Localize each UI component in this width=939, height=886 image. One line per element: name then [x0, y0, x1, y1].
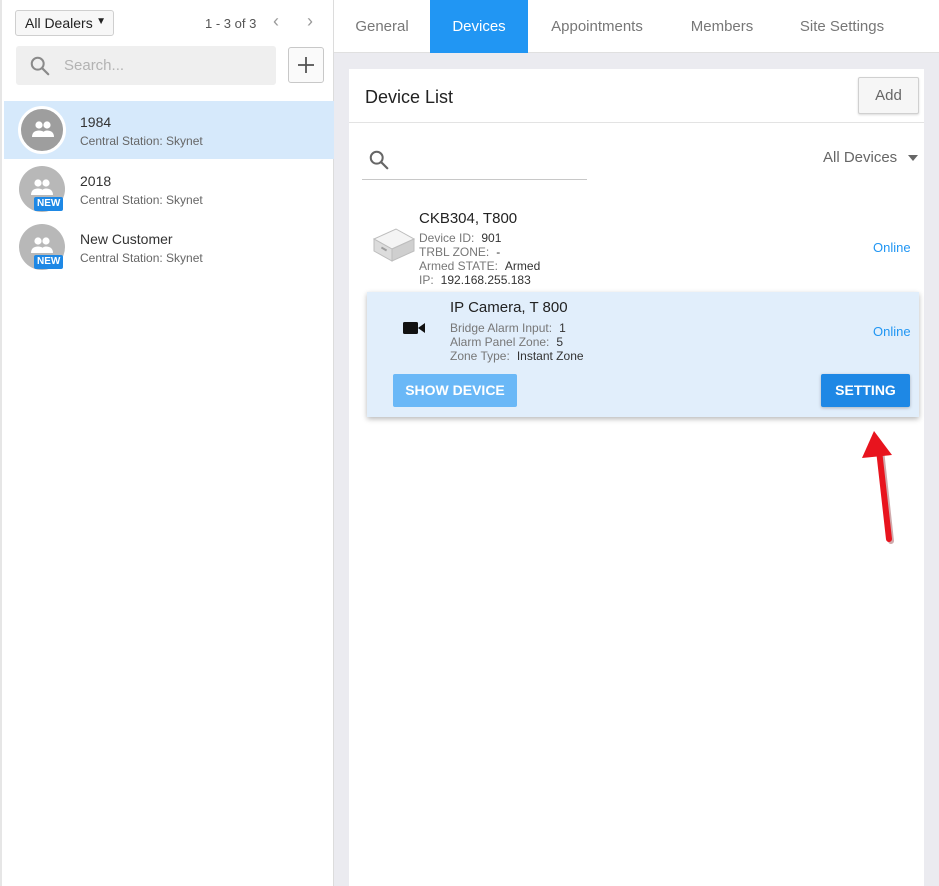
- add-device-button[interactable]: Add: [858, 77, 919, 114]
- customer-name: New Customer: [80, 231, 173, 247]
- device-field: Alarm Panel Zone: 5: [450, 335, 563, 349]
- previous-page-chevron-icon[interactable]: ‹: [266, 10, 286, 32]
- field-value: 1: [559, 321, 566, 335]
- customer-name: 1984: [80, 114, 112, 130]
- device-list-item[interactable]: CKB304, T800 Device ID: 901 TRBL ZONE: - A…: [367, 207, 919, 289]
- field-label: Zone Type:: [450, 349, 510, 363]
- dealer-filter-select[interactable]: All Dealers ▼: [15, 10, 114, 36]
- group-icon: [31, 179, 53, 195]
- dealer-filter-value: All Dealers: [25, 15, 93, 31]
- device-search-input[interactable]: [362, 144, 587, 180]
- tab-general[interactable]: General: [334, 0, 430, 53]
- field-value: -: [496, 245, 501, 259]
- add-customer-button[interactable]: [288, 47, 324, 83]
- field-value: Armed: [504, 259, 541, 273]
- field-value: Instant Zone: [516, 349, 584, 363]
- next-page-chevron-icon[interactable]: ›: [300, 10, 320, 32]
- tab-appointments[interactable]: Appointments: [528, 0, 666, 53]
- annotation-arrow-icon: [862, 431, 894, 544]
- customer-list-item[interactable]: NEW 2018 Central Station: Skynet: [4, 160, 335, 218]
- device-field: TRBL ZONE: -: [419, 245, 500, 259]
- customer-search-input[interactable]: [64, 54, 264, 76]
- device-name: CKB304, T800: [419, 210, 518, 227]
- field-label: Bridge Alarm Input:: [450, 321, 553, 335]
- video-camera-icon: [403, 322, 425, 334]
- device-status: Online: [873, 324, 911, 339]
- customer-central-station: Central Station: Skynet: [80, 193, 203, 207]
- field-label: Device ID:: [419, 231, 475, 245]
- divider: [349, 122, 924, 123]
- search-icon: [30, 56, 50, 76]
- customer-central-station: Central Station: Skynet: [80, 134, 203, 148]
- plus-icon: [298, 57, 314, 73]
- customer-search: [16, 46, 276, 85]
- tab-members[interactable]: Members: [666, 0, 778, 53]
- show-device-button[interactable]: SHOW DEVICE: [393, 374, 517, 407]
- field-label: Alarm Panel Zone:: [450, 335, 550, 349]
- dropdown-caret-icon: ▼: [96, 16, 106, 27]
- customer-list-item[interactable]: 1984 Central Station: Skynet: [4, 101, 335, 159]
- device-field: Zone Type: Instant Zone: [450, 349, 584, 363]
- search-icon: [369, 150, 389, 170]
- device-field: Bridge Alarm Input: 1: [450, 321, 566, 335]
- tab-devices[interactable]: Devices: [430, 0, 528, 53]
- device-list-item-expanded[interactable]: IP Camera, T 800 Bridge Alarm Input: 1 Al…: [367, 292, 919, 417]
- dropdown-caret-icon[interactable]: [908, 155, 918, 161]
- field-label: Armed STATE:: [419, 259, 498, 273]
- field-label: TRBL ZONE:: [419, 245, 490, 259]
- avatar: [18, 106, 66, 154]
- tab-site-settings[interactable]: Site Settings: [778, 0, 906, 53]
- customer-sidebar: All Dealers ▼ 1 - 3 of 3 ‹ › 1984 Centra…: [0, 0, 335, 886]
- customer-detail-panel: General Devices Appointments Members Sit…: [334, 0, 939, 886]
- new-badge: NEW: [34, 255, 64, 269]
- panel-box-icon: [372, 228, 416, 262]
- device-field: Device ID: 901: [419, 231, 501, 245]
- field-value: 5: [556, 335, 564, 349]
- group-icon: [31, 237, 53, 253]
- device-status: Online: [873, 240, 911, 255]
- device-list-title: Device List: [365, 87, 454, 107]
- new-badge: NEW: [34, 197, 64, 211]
- device-name: IP Camera, T 800: [450, 299, 568, 316]
- field-value: 192.168.255.183: [440, 273, 531, 287]
- field-value: 901: [481, 231, 502, 245]
- customer-central-station: Central Station: Skynet: [80, 251, 203, 265]
- group-icon: [32, 121, 54, 137]
- tab-bar: General Devices Appointments Members Sit…: [334, 0, 939, 53]
- customer-list-item[interactable]: NEW New Customer Central Station: Skynet: [4, 218, 335, 276]
- device-list-card: Device List Add All Devices CKB304, T800…: [349, 69, 924, 886]
- customer-name: 2018: [80, 173, 112, 189]
- device-field: Armed STATE: Armed: [419, 259, 540, 273]
- device-filter-select[interactable]: All Devices: [823, 149, 897, 166]
- field-label: IP:: [419, 273, 434, 287]
- setting-button[interactable]: SETTING: [821, 374, 910, 407]
- pagination-label: 1 - 3 of 3: [205, 16, 257, 31]
- device-field: IP: 192.168.255.183: [419, 273, 531, 287]
